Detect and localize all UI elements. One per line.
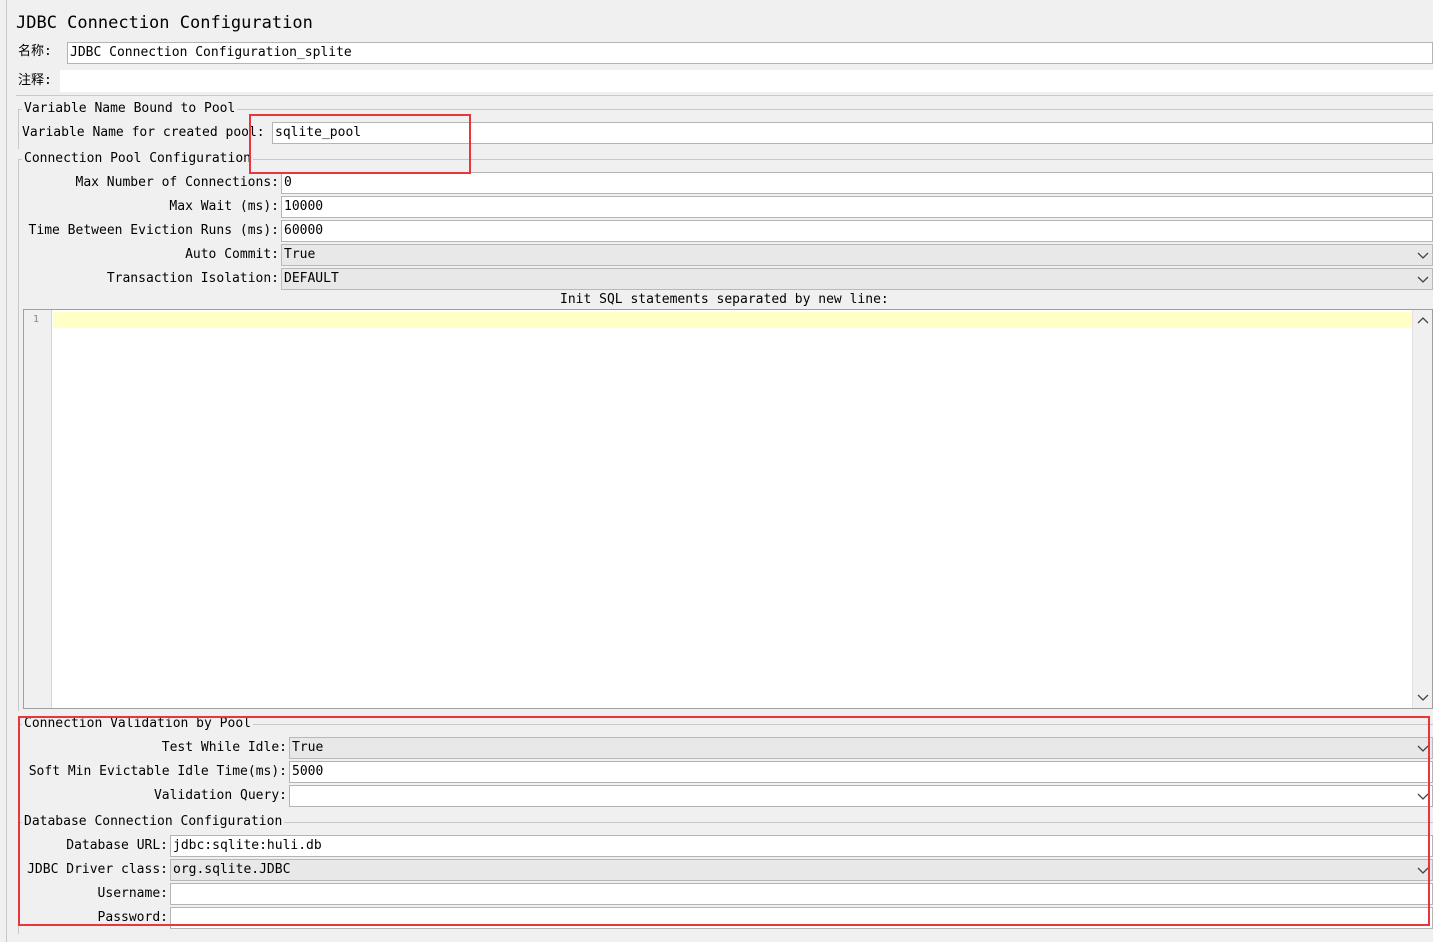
pool-section-title: Variable Name Bound to Pool	[22, 99, 238, 119]
db-url-label: Database URL:	[66, 838, 168, 853]
isolation-label: Transaction Isolation:	[106, 271, 279, 286]
test-idle-label: Test While Idle:	[161, 740, 287, 755]
password-field[interactable]	[170, 907, 1433, 929]
auto-commit-label: Auto Commit:	[185, 247, 279, 262]
name-label: 名称:	[18, 44, 52, 59]
validation-query-field[interactable]	[289, 785, 1433, 807]
chevron-down-icon	[1417, 252, 1429, 259]
username-label: Username:	[97, 886, 168, 901]
chevron-down-icon	[1417, 793, 1429, 800]
password-label: Password:	[97, 910, 168, 925]
name-field[interactable]: JDBC Connection Configuration_splite	[67, 42, 1433, 64]
max-conn-label: Max Number of Connections:	[75, 175, 280, 190]
panel-title: JDBC Connection Configuration	[16, 13, 313, 33]
isolation-select[interactable]: DEFAULT	[281, 268, 1433, 290]
pool-var-label: Variable Name for created pool:	[22, 125, 265, 140]
driver-class-label: JDBC Driver class:	[27, 862, 168, 877]
db-url-field[interactable]: jdbc:sqlite:huli.db	[170, 835, 1433, 857]
eviction-label: Time Between Eviction Runs (ms):	[28, 223, 279, 238]
validation-query-label: Validation Query:	[153, 788, 287, 803]
chevron-up-icon[interactable]	[1416, 314, 1430, 328]
isolation-value: DEFAULT	[284, 271, 339, 286]
panel-left-border	[6, 0, 7, 942]
driver-class-select[interactable]: org.sqlite.JDBC	[170, 859, 1433, 881]
line-number: 1	[33, 314, 40, 325]
driver-class-value: org.sqlite.JDBC	[173, 862, 291, 877]
editor-current-line	[53, 312, 1412, 328]
max-conn-field[interactable]: 0	[281, 172, 1433, 194]
init-sql-label: Init SQL statements separated by new lin…	[560, 292, 889, 307]
test-idle-select[interactable]: True	[289, 737, 1433, 759]
chevron-down-icon	[1417, 745, 1429, 752]
chevron-down-icon[interactable]	[1416, 690, 1430, 704]
chevron-down-icon	[1417, 276, 1429, 283]
max-wait-field[interactable]: 10000	[281, 196, 1433, 218]
chevron-down-icon	[1417, 867, 1429, 874]
max-wait-label: Max Wait (ms):	[169, 199, 279, 214]
conn-pool-title: Connection Pool Configuration	[22, 149, 253, 169]
comment-field[interactable]	[60, 70, 1433, 92]
database-title: Database Connection Configuration	[22, 812, 285, 832]
validation-title: Connection Validation by Pool	[22, 714, 253, 734]
init-sql-editor[interactable]: 1	[23, 309, 1433, 709]
separator	[16, 95, 1433, 96]
soft-min-label: Soft Min Evictable Idle Time(ms):	[28, 764, 287, 779]
auto-commit-value: True	[284, 247, 316, 262]
editor-scrollbar[interactable]	[1412, 310, 1432, 708]
username-field[interactable]	[170, 883, 1433, 905]
eviction-field[interactable]: 60000	[281, 220, 1433, 242]
test-idle-value: True	[292, 740, 324, 755]
pool-var-field[interactable]: sqlite_pool	[272, 122, 1433, 144]
auto-commit-select[interactable]: True	[281, 244, 1433, 266]
soft-min-field[interactable]: 5000	[289, 761, 1433, 783]
editor-gutter: 1	[24, 310, 52, 708]
comment-label: 注释:	[18, 73, 52, 88]
